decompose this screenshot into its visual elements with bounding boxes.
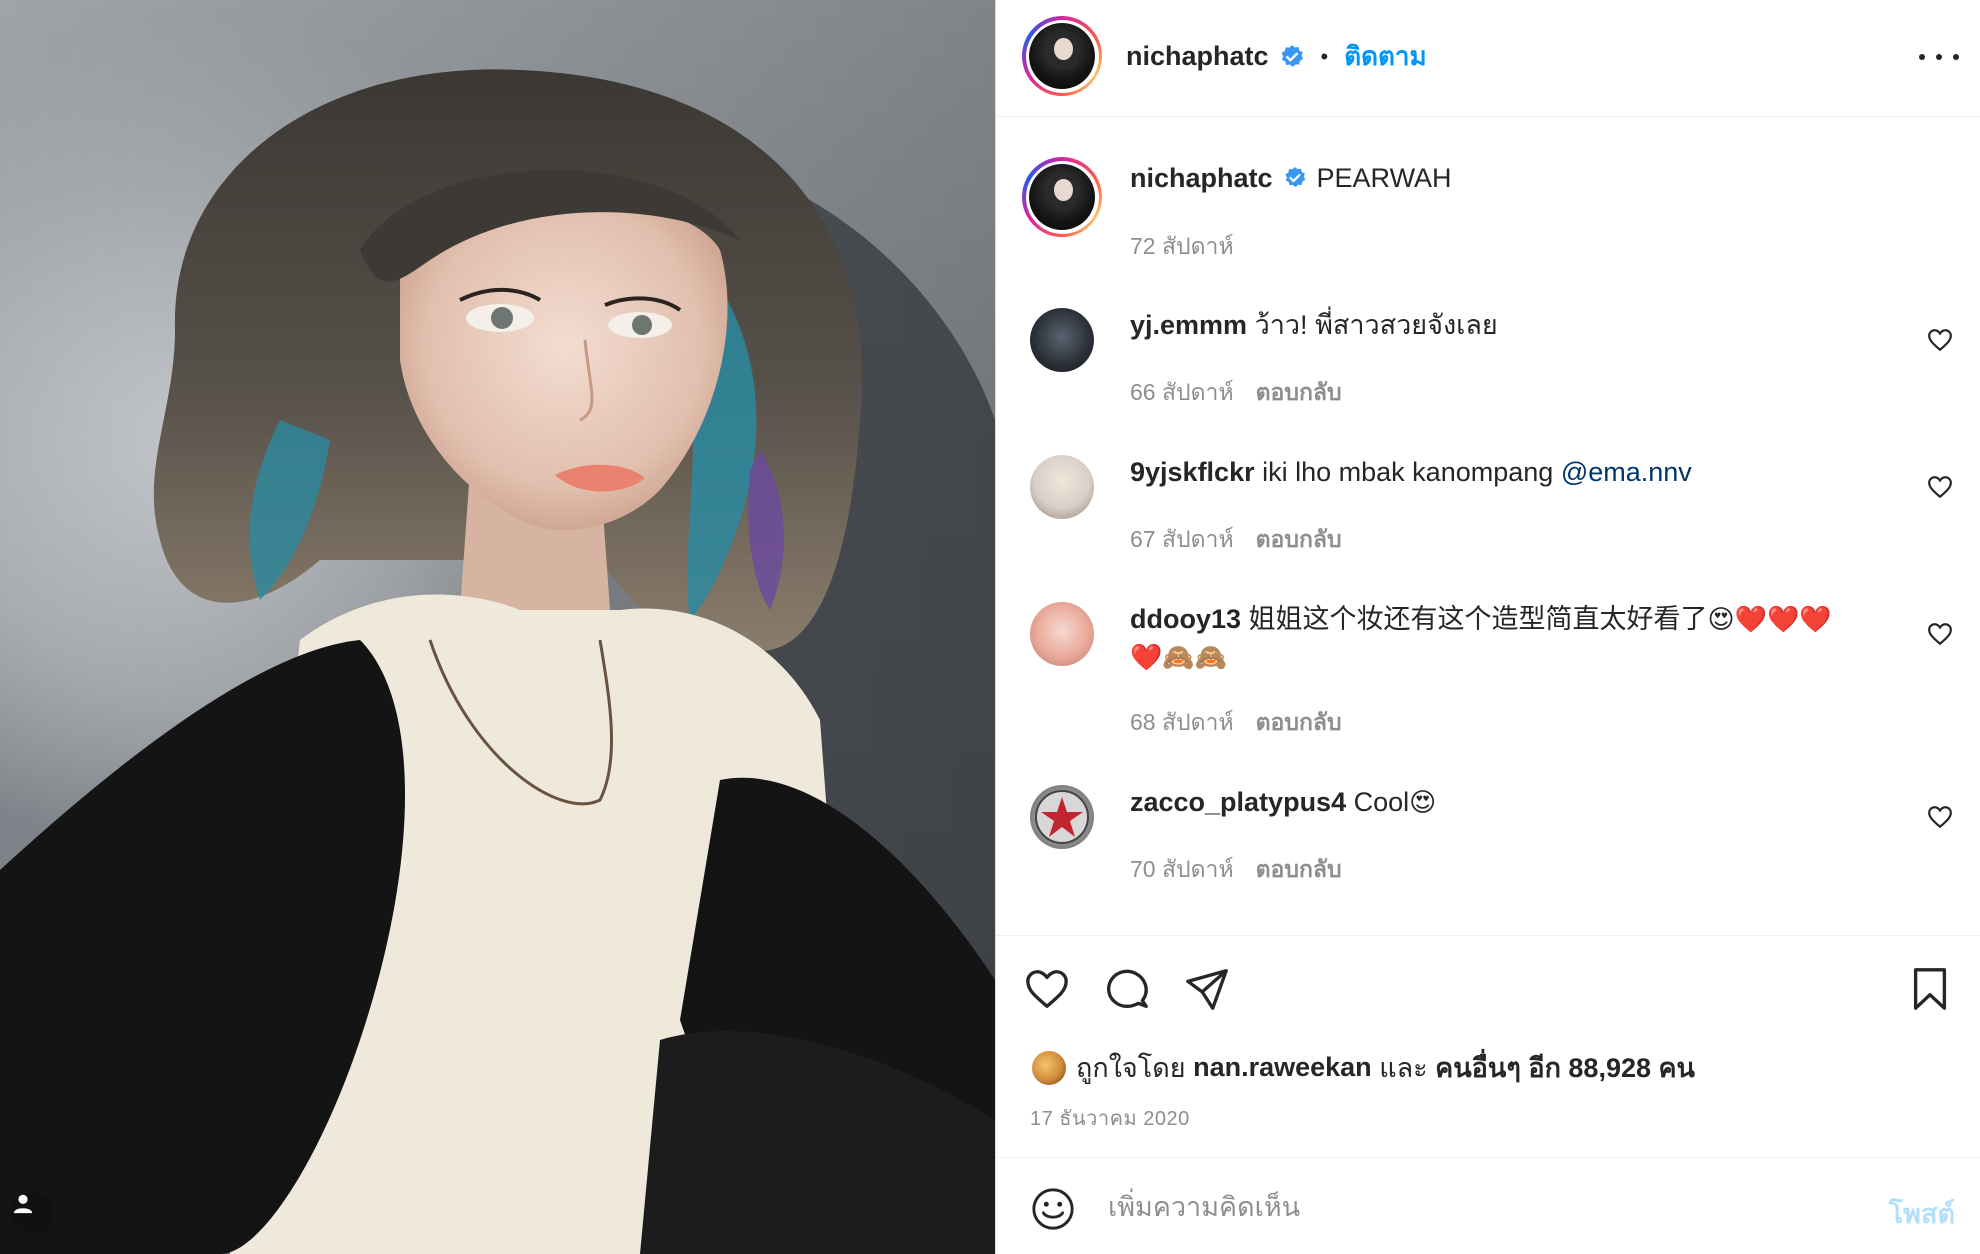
comment-time[interactable]: 66 สัปดาห์ (1130, 379, 1234, 405)
author-username[interactable]: nichaphatc (1126, 41, 1269, 72)
caption-text: PEARWAH (1316, 163, 1452, 193)
likes-others-count[interactable]: คนอื่นๆ อีก 88,928 คน (1435, 1046, 1695, 1089)
more-dot-icon (1953, 54, 1959, 60)
comment-time[interactable]: 70 สัปดาห์ (1130, 856, 1234, 882)
like-comment-heart-icon[interactable] (1927, 621, 1953, 647)
comment-bubble-icon[interactable] (1104, 966, 1150, 1012)
more-dot-icon (1936, 54, 1942, 60)
comment-emoji: 😍❤️❤️❤️ (1707, 605, 1832, 635)
commenter-avatar[interactable] (1030, 785, 1094, 849)
liker-avatar[interactable] (1030, 1048, 1068, 1087)
save-bookmark-icon[interactable] (1907, 966, 1953, 1012)
reply-button[interactable]: ตอบกลับ (1256, 379, 1342, 405)
caption-time[interactable]: 72 สัปดาห์ (1130, 233, 1234, 259)
like-comment-heart-icon[interactable] (1927, 327, 1953, 353)
verified-badge-icon (1281, 44, 1303, 67)
author-avatar[interactable] (1022, 16, 1102, 96)
comment-emoji: ❤️🙈🙈 (1130, 643, 1228, 673)
tagged-users-button[interactable] (12, 1192, 54, 1234)
caption-username[interactable]: nichaphatc (1130, 159, 1273, 197)
comment-time[interactable]: 67 สัปดาห์ (1130, 526, 1234, 552)
like-comment-heart-icon[interactable] (1927, 474, 1953, 500)
comment-composer: โพสต์ (996, 1157, 1980, 1254)
more-dot-icon (1919, 54, 1925, 60)
post-date[interactable]: 17 ธันวาคม 2020 (1030, 1102, 1190, 1134)
like-comment-heart-icon[interactable] (1927, 804, 1953, 830)
comments-list[interactable]: nichaphatc PEARWAH 72 สัปดาห์ yj.emmm ว้… (996, 117, 1980, 935)
comment-username[interactable]: ddooy13 (1130, 604, 1241, 634)
comment-text: Cool (1353, 787, 1410, 817)
post-comment-button[interactable]: โพสต์ (1889, 1192, 1955, 1235)
likes-summary[interactable]: ถูกใจโดย nan.raweekan และ คนอื่นๆ อีก 88… (1030, 1046, 1695, 1089)
post-actions: ถูกใจโดย nan.raweekan และ คนอื่นๆ อีก 88… (996, 935, 1980, 1157)
comment-input[interactable] (1108, 1182, 1828, 1232)
more-options-button[interactable] (1919, 42, 1959, 72)
like-heart-icon[interactable] (1024, 966, 1070, 1012)
star-emblem-icon (1035, 790, 1089, 844)
post-detail-panel: nichaphatc • ติดตาม nichaphatc PEARWAH 7… (995, 0, 1980, 1254)
commenter-avatar[interactable] (1030, 308, 1094, 372)
comment-username[interactable]: yj.emmm (1130, 310, 1247, 340)
commenter-avatar[interactable] (1030, 455, 1094, 519)
share-send-icon[interactable] (1184, 966, 1230, 1012)
follow-button[interactable]: ติดตาม (1344, 36, 1426, 77)
user-icon (13, 1194, 33, 1214)
post-photo[interactable] (0, 0, 995, 1254)
commenter-avatar[interactable] (1030, 602, 1094, 666)
separator-dot: • (1320, 43, 1329, 69)
likes-and: และ (1379, 1053, 1428, 1083)
emoji-smiley-icon[interactable] (1030, 1186, 1076, 1232)
verified-badge-icon (1284, 167, 1305, 188)
caption-author-avatar[interactable] (1022, 157, 1102, 237)
post-header: nichaphatc • ติดตาม (996, 0, 1980, 117)
reply-button[interactable]: ตอบกลับ (1256, 856, 1342, 882)
reply-button[interactable]: ตอบกลับ (1256, 526, 1342, 552)
comment-text: ว้าว! พี่สาวสวยจังเลย (1254, 310, 1498, 340)
comment-username[interactable]: 9yjskflckr (1130, 457, 1255, 487)
comment-text: iki lho mbak kanompang (1262, 457, 1554, 487)
comment-emoji: 😍 (1409, 788, 1437, 818)
comment-time[interactable]: 68 สัปดาห์ (1130, 709, 1234, 735)
portrait-illustration (0, 0, 995, 1254)
likes-prefix: ถูกใจโดย (1076, 1053, 1186, 1083)
liker-username[interactable]: nan.raweekan (1193, 1052, 1372, 1083)
comment-text: 姐姐这个妆还有这个造型简直太好看了 (1248, 604, 1708, 634)
reply-button[interactable]: ตอบกลับ (1256, 709, 1342, 735)
mention-link[interactable]: @ema.nnv (1561, 457, 1692, 487)
comment-username[interactable]: zacco_platypus4 (1130, 787, 1346, 817)
